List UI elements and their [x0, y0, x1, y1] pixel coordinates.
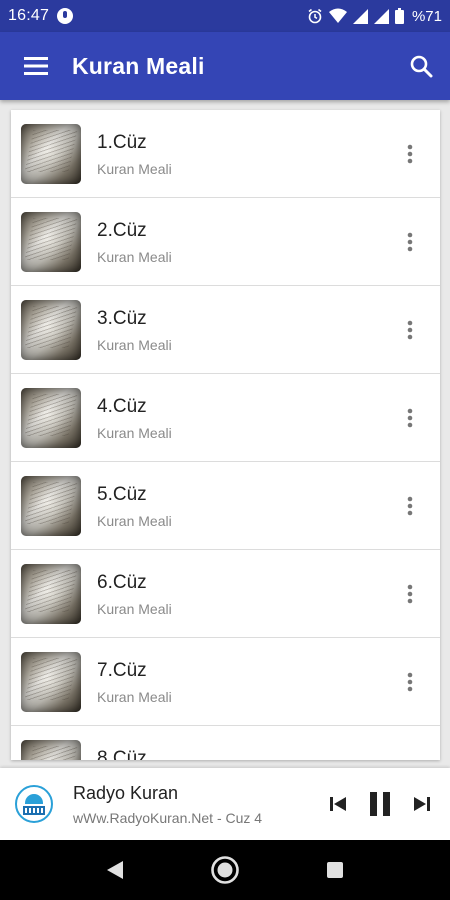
quran-page-thumbnail	[21, 475, 81, 536]
menu-button[interactable]	[0, 32, 72, 100]
list-item-title: 6.Cüz	[97, 571, 147, 593]
list-item-subtitle: Kuran Meali	[97, 248, 172, 265]
player-controls	[324, 790, 436, 818]
back-button[interactable]	[95, 850, 135, 890]
list-item-text: 4.Cüz Kuran Meali	[97, 395, 390, 441]
signal-icon	[352, 8, 368, 24]
quran-page-thumbnail	[21, 211, 81, 272]
wifi-icon	[328, 8, 347, 24]
list-item-text: 1.Cüz Kuran Meali	[97, 131, 390, 177]
list-item-text: 2.Cüz Kuran Meali	[97, 219, 390, 265]
search-icon	[410, 55, 433, 78]
battery-percent: %71	[411, 7, 442, 25]
list-item-text: 5.Cüz Kuran Meali	[97, 483, 390, 529]
more-vert-icon	[407, 672, 413, 691]
list-item-subtitle: Kuran Meali	[97, 424, 172, 441]
more-options-button[interactable]	[390, 486, 430, 526]
list-item-subtitle: Kuran Meali	[97, 160, 172, 177]
list-item-title: 8.Cüz	[97, 747, 147, 761]
list-item-title: 7.Cüz	[97, 659, 147, 681]
system-nav-bar	[0, 840, 450, 900]
player-info: Radyo Kuran wWw.RadyoKuran.Net - Cuz 4	[73, 783, 324, 826]
battery-icon	[394, 8, 404, 24]
list-item-cuz-6[interactable]: 6.Cüz Kuran Meali	[11, 550, 440, 638]
more-vert-icon	[407, 144, 413, 163]
cuz-list: 1.Cüz Kuran Meali 2.Cüz Kuran Meali 3.Cü…	[11, 110, 440, 760]
quran-page-thumbnail	[21, 299, 81, 360]
quran-page-thumbnail	[21, 739, 81, 760]
microphone-icon	[57, 8, 74, 24]
menu-icon	[24, 57, 48, 75]
list-item-cuz-7[interactable]: 7.Cüz Kuran Meali	[11, 638, 440, 726]
list-item-cuz-2[interactable]: 2.Cüz Kuran Meali	[11, 198, 440, 286]
list-item-cuz-4[interactable]: 4.Cüz Kuran Meali	[11, 374, 440, 462]
list-item-subtitle: Kuran Meali	[97, 600, 172, 617]
status-time: 16:47	[8, 7, 50, 24]
recents-icon	[327, 862, 343, 878]
list-item-text: 7.Cüz Kuran Meali	[97, 659, 390, 705]
status-bar: 16:47 %71	[0, 0, 450, 32]
list-item-cuz-8[interactable]: 8.Cüz Kuran Meali	[11, 726, 440, 760]
page-title: Kuran Meali	[72, 52, 205, 79]
list-item-title: 4.Cüz	[97, 395, 147, 417]
more-options-button[interactable]	[390, 398, 430, 438]
more-vert-icon	[407, 584, 413, 603]
home-button[interactable]	[205, 850, 245, 890]
player-subtitle: wWw.RadyoKuran.Net - Cuz 4	[73, 809, 263, 826]
more-options-button[interactable]	[390, 574, 430, 614]
app-bar: Kuran Meali	[0, 32, 450, 100]
list-item-subtitle: Kuran Meali	[97, 336, 172, 353]
alarm-icon	[307, 8, 323, 24]
back-icon	[107, 861, 123, 879]
more-options-button[interactable]	[390, 750, 430, 761]
quran-page-thumbnail	[21, 651, 81, 712]
list-item-cuz-5[interactable]: 5.Cüz Kuran Meali	[11, 462, 440, 550]
more-vert-icon	[407, 760, 413, 761]
list-item-subtitle: Kuran Meali	[97, 512, 172, 529]
list-item-text: 8.Cüz Kuran Meali	[97, 747, 390, 761]
more-options-button[interactable]	[390, 662, 430, 702]
more-options-button[interactable]	[390, 222, 430, 262]
pause-icon	[370, 792, 390, 816]
list-item-title: 5.Cüz	[97, 483, 147, 505]
skip-previous-button[interactable]	[324, 790, 352, 818]
list-item-cuz-1[interactable]: 1.Cüz Kuran Meali	[11, 110, 440, 198]
more-vert-icon	[407, 320, 413, 339]
signal-icon	[373, 8, 389, 24]
skip-next-icon	[414, 797, 430, 811]
more-vert-icon	[407, 496, 413, 515]
skip-next-button[interactable]	[408, 790, 436, 818]
player-title: Radyo Kuran	[73, 782, 179, 803]
skip-previous-icon	[330, 797, 346, 811]
more-options-button[interactable]	[390, 310, 430, 350]
quran-page-thumbnail	[21, 387, 81, 448]
list-item-text: 3.Cüz Kuran Meali	[97, 307, 390, 353]
list-item-text: 6.Cüz Kuran Meali	[97, 571, 390, 617]
status-icons: %71	[307, 8, 442, 25]
mini-player[interactable]: Radyo Kuran wWw.RadyoKuran.Net - Cuz 4	[0, 768, 450, 840]
list-item-subtitle: Kuran Meali	[97, 688, 172, 705]
list-item-title: 1.Cüz	[97, 131, 147, 153]
list-item-title: 3.Cüz	[97, 307, 147, 329]
quran-page-thumbnail	[21, 563, 81, 624]
radio-logo	[15, 785, 53, 823]
home-icon	[211, 856, 239, 884]
recents-button[interactable]	[315, 850, 355, 890]
search-button[interactable]	[392, 32, 450, 100]
pause-button[interactable]	[366, 790, 394, 818]
list-item-cuz-3[interactable]: 3.Cüz Kuran Meali	[11, 286, 440, 374]
more-vert-icon	[407, 232, 413, 251]
more-options-button[interactable]	[390, 134, 430, 174]
more-vert-icon	[407, 408, 413, 427]
quran-page-thumbnail	[21, 123, 81, 184]
list-item-title: 2.Cüz	[97, 219, 147, 241]
